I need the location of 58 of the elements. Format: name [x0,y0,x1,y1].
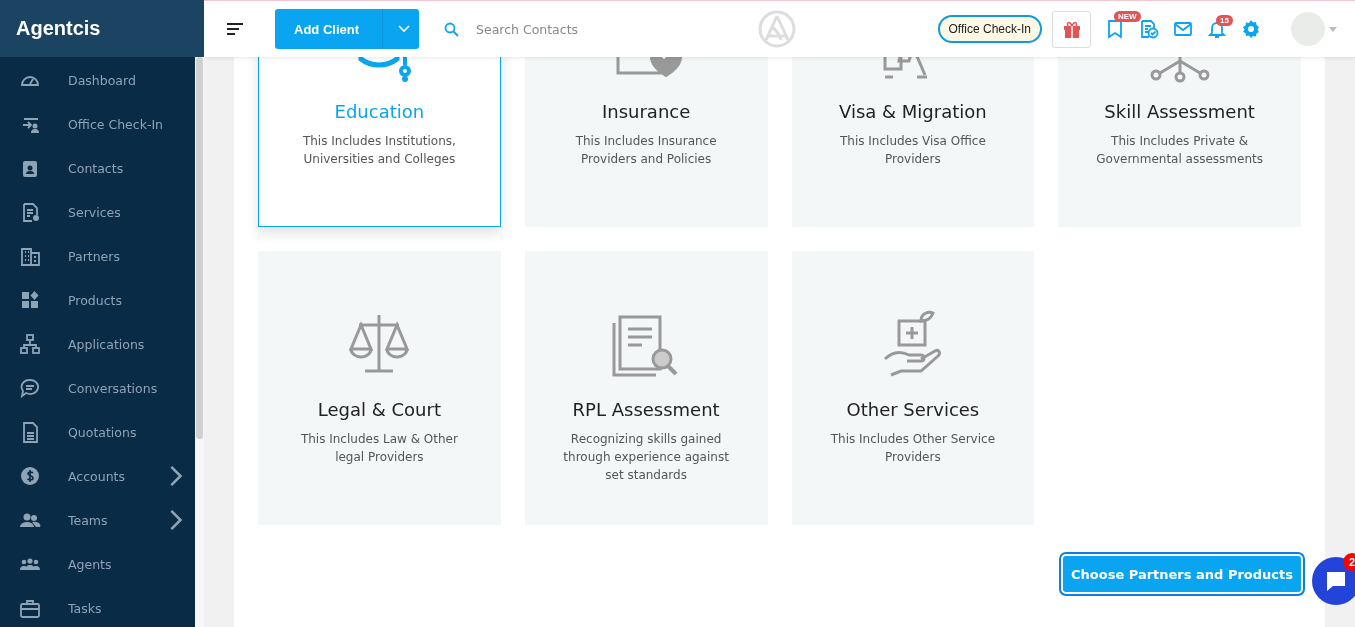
card-description: This Includes Other Service Providers [829,431,997,466]
caret-icon[interactable] [1329,26,1337,32]
sidebar-item[interactable]: Contacts [0,146,194,190]
card-description: This Includes Visa Office Providers [838,133,987,168]
card-title: RPL Assessment [572,399,720,420]
sidebar-item[interactable]: Products [0,278,194,322]
card-description: Recognizing skills gained through experience against set standards [562,431,730,484]
card-description: This Includes Institutions, Universities and Colleges [301,133,457,168]
sidebar-item[interactable]: Tasks [0,586,194,627]
card-title: Other Services [846,399,980,420]
card-title: Legal & Court [317,399,441,420]
mail-icon[interactable] [1173,19,1193,39]
sidebar-item[interactable]: Partners [0,234,194,278]
sidebar-item[interactable]: Teams [0,498,194,542]
card-title: Education [334,101,425,122]
sidebar-item[interactable]: Quotations [0,410,194,454]
card-title: Visa & Migration [839,101,987,122]
category-card[interactable]: RPL Assessment Recognizing skills gained through experience against set standards [524,251,768,525]
sidebar-item[interactable]: Services [0,190,194,234]
settings-icon[interactable] [1241,19,1261,39]
office-check-in-button[interactable]: Office Check-In [937,15,1042,43]
gift-button[interactable] [1052,10,1091,48]
hierarchy-icon [19,333,41,355]
menu-icon[interactable] [227,23,243,35]
chevron-down-icon [398,25,410,33]
card-description: This Includes Private & Governmental assessments [1095,133,1264,168]
card-title: Skill Assessment [1104,101,1255,122]
unread-badge: 2 [1343,553,1355,571]
sidebar-item[interactable]: Dashboard [0,58,194,102]
bell-icon[interactable] [1207,19,1227,39]
sidebar-item[interactable]: Accounts [0,454,194,498]
category-card[interactable]: Other Services This Includes Other Service Providers [791,251,1035,525]
brand-name: Agentcis [16,17,101,40]
building-icon [19,245,41,267]
search-icon [444,21,459,37]
card-description: This Includes Law & Other legal Providers [299,431,459,466]
dollar-coin-icon [19,465,41,487]
logo-icon [758,10,796,48]
category-card[interactable]: Education This Includes Institutions, Universities and Colleges [258,57,501,227]
document-check-icon[interactable] [1139,19,1159,39]
sidebar-item[interactable]: Office Check-In [0,102,194,146]
category-card[interactable]: Skill Assessment This Includes Private & Governmental assessments [1058,57,1301,227]
chat-bubble-icon [19,377,41,399]
briefcase-icon [19,597,41,619]
category-card[interactable]: Visa & Migration This Includes Visa Office Providers [791,57,1035,227]
gift-icon [1062,20,1081,38]
card-description: This Includes Insurance Providers and Policies [574,133,718,168]
bookmark-icon[interactable] [1105,19,1125,39]
sidebar-item[interactable]: Conversations [0,366,194,410]
chat-bubble-icon [1325,570,1347,592]
badge: NEW [1114,11,1141,22]
category-card[interactable]: Insurance This Includes Insurance Providers and Policies [524,57,768,227]
badge: 15 [1216,15,1233,26]
category-card[interactable]: Legal & Court This Includes Law & Other legal Providers [258,251,501,525]
card-title: Insurance [601,101,691,122]
sidebar-item[interactable]: Agents [0,542,194,586]
sidebar-item[interactable]: Applications [0,322,194,366]
widgets-icon [19,289,41,311]
